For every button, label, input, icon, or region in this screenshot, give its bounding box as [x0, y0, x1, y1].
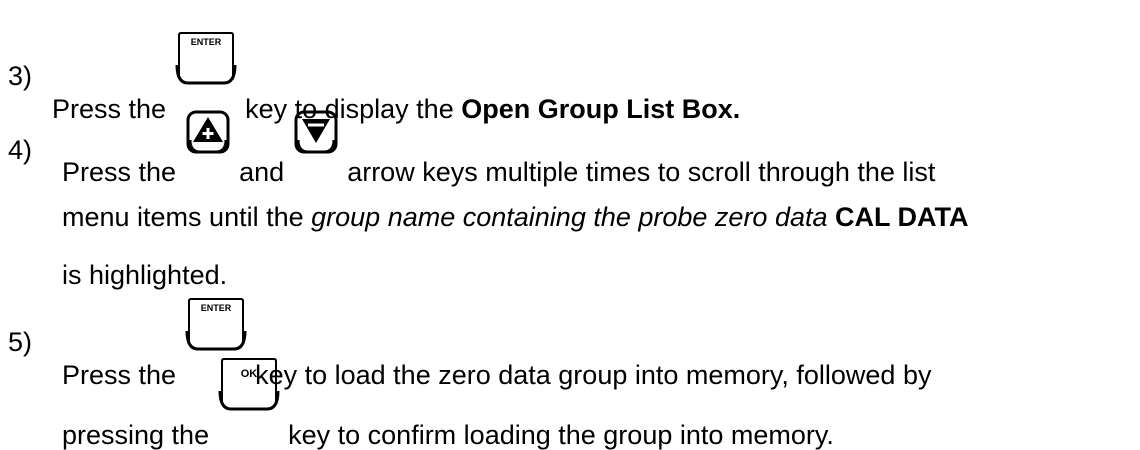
step-4-before: Press the	[62, 157, 177, 187]
step-4-number: 4)	[8, 135, 33, 165]
step-4-and: and	[239, 157, 285, 187]
step-5-number: 5)	[8, 327, 33, 357]
step-4-after: arrow keys multiple times to scroll thro…	[347, 157, 936, 187]
step-4-line2-bold: CAL DATA	[835, 202, 969, 232]
step-5-line2-after: key to confirm loading the group into me…	[288, 420, 834, 450]
step-3-before: Press the	[52, 94, 167, 124]
step-5-line-1: Press the ENTER key to load the zero dat…	[62, 298, 932, 390]
ok-key-icon: OK	[218, 358, 280, 444]
step-3-after: key to display the	[245, 94, 454, 124]
svg-text:ENTER: ENTER	[200, 303, 231, 313]
up-arrow-plus-key-icon	[185, 110, 230, 181]
svg-text:ENTER: ENTER	[190, 37, 221, 47]
step-3-line: Press the ENTER key to display the Open …	[52, 32, 741, 124]
svg-text:OK: OK	[240, 368, 257, 380]
step-5-line2-before: pressing the	[62, 420, 210, 450]
step-3-number: 3)	[8, 61, 33, 91]
step-4-line-3: is highlighted.	[62, 260, 228, 290]
step-3-bold: Open Group List Box.	[461, 94, 741, 124]
step-4-line2-plain: menu items until the	[62, 202, 304, 232]
step-5-before: Press the	[62, 360, 177, 390]
step-4-line2-italic: group name containing the probe zero dat…	[311, 202, 828, 232]
step-4-line-1: Press the and arrow keys multiple times …	[62, 110, 936, 187]
step-4-line-2: menu items until the group name containi…	[62, 204, 969, 231]
down-arrow-key-icon	[293, 110, 338, 181]
step-5-after: key to load the zero data group into mem…	[255, 360, 932, 390]
step-5-line-2: pressing the OK key to confirm loading t…	[62, 358, 834, 450]
